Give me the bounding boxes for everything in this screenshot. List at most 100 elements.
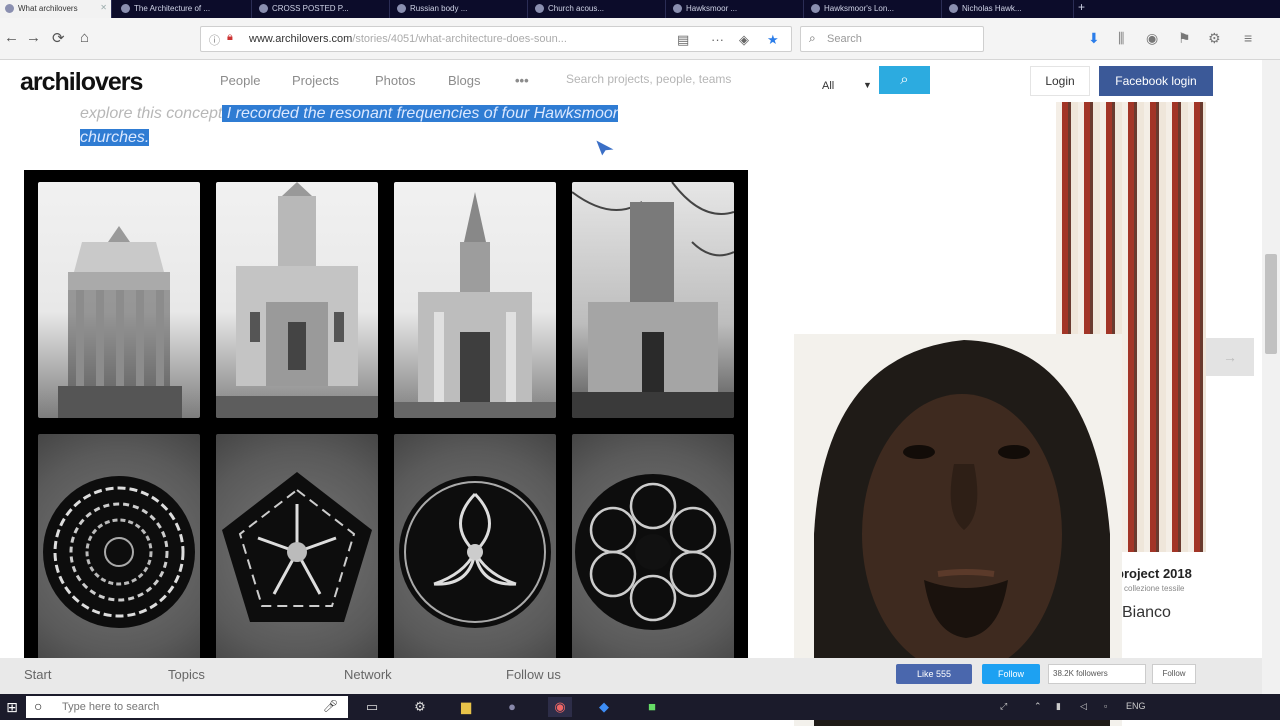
tab-hawksmoor[interactable]: Hawksmoor ... <box>668 0 804 18</box>
page-scrollbar[interactable] <box>1262 60 1280 694</box>
footer-start[interactable]: Start <box>24 667 51 682</box>
ad-title: project 2018 <box>1116 566 1192 581</box>
tab-label: CROSS POSTED P... <box>272 4 349 13</box>
scrollbar-thumb[interactable] <box>1265 254 1277 354</box>
site-footer: Start Topics Network Follow us Like 555 … <box>0 658 1262 694</box>
tray-icon[interactable]: ▫ <box>1104 701 1107 711</box>
tab-hawksmoor-london[interactable]: Hawksmoor's Lon... <box>806 0 942 18</box>
follow-button[interactable]: Follow <box>1152 664 1196 684</box>
downloads-icon[interactable]: ⬇ <box>1088 30 1100 47</box>
followers-count: 38.2K followers <box>1048 664 1146 684</box>
extension-icon[interactable]: ⚑ <box>1178 30 1191 47</box>
tab-favicon-icon <box>535 4 544 13</box>
new-tab-button[interactable]: + <box>1078 0 1085 14</box>
forward-arrow-icon[interactable]: → <box>26 29 41 46</box>
tab-label: Nicholas Hawk... <box>962 4 1022 13</box>
tab-close-icon[interactable]: ✕ <box>100 3 107 12</box>
selected-text: churches. <box>80 129 150 146</box>
site-logo[interactable]: archilovers <box>20 68 143 97</box>
carousel-next-arrow[interactable]: → <box>1206 338 1254 376</box>
app-icon[interactable]: ● <box>500 697 524 717</box>
back-arrow-icon[interactable]: ← <box>4 29 19 46</box>
tab-archilovers[interactable]: What archilovers ✕ <box>0 0 112 18</box>
file-explorer-icon[interactable]: ▆ <box>454 697 478 717</box>
info-icon[interactable]: ⓘ <box>209 32 220 48</box>
tab-cross-posted[interactable]: CROSS POSTED P... <box>254 0 390 18</box>
church-photo[interactable] <box>394 182 556 418</box>
language-indicator[interactable]: ENG <box>1126 701 1146 711</box>
facebook-login-button[interactable]: Facebook login <box>1099 66 1213 96</box>
settings-app-icon[interactable]: ⚙ <box>408 697 432 717</box>
tab-label: Hawksmoor ... <box>686 4 738 13</box>
facebook-like-button[interactable]: Like 555 <box>896 664 972 684</box>
microphone-icon[interactable]: 🎤︎ <box>323 699 338 713</box>
cymatic-pattern-image[interactable] <box>216 434 378 670</box>
network-icon[interactable]: ▮ <box>1056 701 1061 712</box>
bookmark-star-icon[interactable]: ★ <box>767 32 779 48</box>
church-resonance-image-grid <box>24 170 748 698</box>
task-view-icon[interactable]: ▭ <box>360 697 384 717</box>
tab-label: The Architecture of ... <box>134 4 211 13</box>
menu-icon[interactable]: ≡ <box>1244 30 1252 46</box>
tray-chevron-icon[interactable]: ⌃ <box>1034 701 1042 712</box>
cymatic-pattern-image[interactable] <box>572 434 734 670</box>
search-filter-select[interactable]: All <box>822 80 834 92</box>
tab-favicon-icon <box>673 4 682 13</box>
login-button[interactable]: Login <box>1030 66 1090 96</box>
taskbar-search-field[interactable]: ○ Type here to search 🎤︎ <box>26 696 348 718</box>
addon-icon[interactable]: ⚙ <box>1208 30 1221 47</box>
search-icon: ○ <box>34 698 43 714</box>
menu-projects[interactable]: Projects <box>292 73 339 88</box>
site-search-button[interactable]: ⌕ <box>879 66 930 94</box>
tab-strip: What archilovers ✕ The Architecture of .… <box>0 0 1280 18</box>
tab-nicholas-hawksmoor[interactable]: Nicholas Hawk... <box>944 0 1074 18</box>
ad-brand: Bianco <box>1122 604 1171 621</box>
address-bar[interactable]: ⓘ 🔒︎ www.archilovers.com/stories/4051/wh… <box>200 26 792 52</box>
browser-search-field[interactable]: ⌕ Search <box>800 26 984 52</box>
cymatic-pattern-image[interactable] <box>38 434 200 670</box>
page-actions-icon[interactable]: ··· <box>711 32 724 47</box>
church-photo[interactable] <box>38 182 200 418</box>
firefox-taskbar-icon[interactable]: ◉ <box>548 697 572 717</box>
dropbox-icon[interactable]: ◆ <box>592 697 616 717</box>
article-lead-paragraph[interactable]: explore this concept I recorded the reso… <box>80 102 680 150</box>
tab-label: Hawksmoor's Lon... <box>824 4 894 13</box>
church-photo[interactable] <box>216 182 378 418</box>
selected-text: I recorded the resonant frequencies of f… <box>222 105 619 122</box>
twitter-follow-button[interactable]: Follow <box>982 664 1040 684</box>
site-search-input[interactable]: Search projects, people, teams <box>566 72 731 86</box>
ad-subtitle: collezione tessile <box>1124 584 1185 593</box>
library-icon[interactable]: ⫼ <box>1118 30 1124 47</box>
search-placeholder: Search <box>827 33 862 45</box>
chevron-down-icon[interactable]: ▼ <box>863 80 872 90</box>
taskbar-search-placeholder: Type here to search <box>62 701 160 713</box>
menu-people[interactable]: People <box>220 73 260 88</box>
tab-church-acoustics[interactable]: Church acous... <box>530 0 666 18</box>
mouse-cursor-icon <box>594 138 618 158</box>
tab-favicon-icon <box>811 4 820 13</box>
church-photo[interactable] <box>572 182 734 418</box>
tab-architecture[interactable]: The Architecture of ... <box>116 0 252 18</box>
tab-label: Church acous... <box>548 4 605 13</box>
menu-photos[interactable]: Photos <box>375 73 415 88</box>
footer-topics[interactable]: Topics <box>168 667 205 682</box>
footer-network[interactable]: Network <box>344 667 392 682</box>
menu-more[interactable]: ••• <box>515 73 529 88</box>
home-icon[interactable]: ⌂ <box>80 29 89 46</box>
start-button[interactable]: ⊞ <box>0 694 24 720</box>
volume-icon[interactable]: ◁ <box>1080 701 1087 712</box>
article-body: explore this concept I recorded the reso… <box>0 102 1262 726</box>
cymatic-pattern-image[interactable] <box>394 434 556 670</box>
sync-icon[interactable]: ◉ <box>1146 30 1158 47</box>
menu-blogs[interactable]: Blogs <box>448 73 481 88</box>
insecure-lock-icon[interactable]: 🔒︎ <box>227 31 233 44</box>
tray-icon[interactable]: ⤢ <box>1000 701 1007 712</box>
tab-russian-body[interactable]: Russian body ... <box>392 0 528 18</box>
reload-icon[interactable]: ⟳ <box>52 29 65 47</box>
url-text: www.archilovers.com/stories/4051/what-ar… <box>249 33 567 45</box>
pocket-icon[interactable]: ◈ <box>739 32 749 48</box>
app-icon[interactable]: ■ <box>640 697 664 717</box>
footer-follow-us: Follow us <box>506 667 561 682</box>
reader-view-icon[interactable]: ▤ <box>677 32 689 48</box>
tab-favicon-icon <box>949 4 958 13</box>
